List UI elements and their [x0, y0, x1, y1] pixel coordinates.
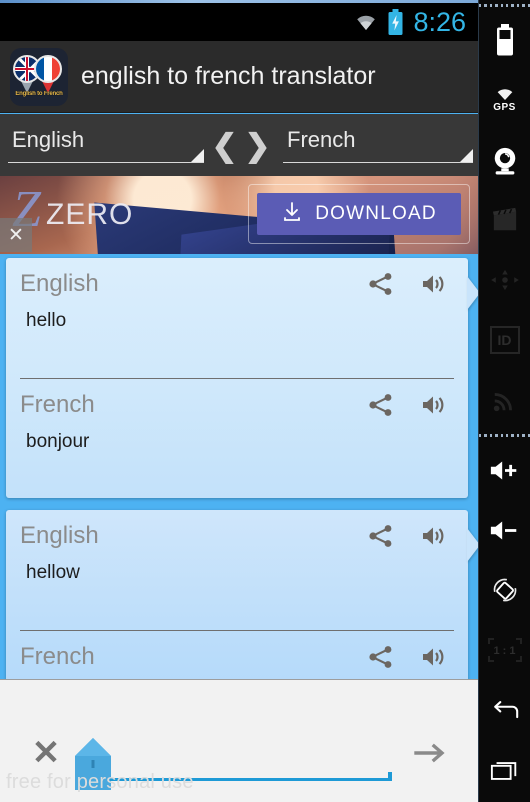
sidebar-item-id[interactable]: ID [479, 310, 530, 370]
card-source-section: English [6, 510, 468, 630]
card-source-header: English [20, 264, 454, 304]
ad-download-label: DOWNLOAD [315, 203, 437, 224]
id-icon: ID [489, 326, 520, 354]
card-target-section: French [20, 630, 454, 680]
card-ribbon-notch [467, 528, 478, 562]
speaker-icon[interactable] [420, 393, 446, 417]
dpad-icon [490, 269, 519, 291]
app-icon-english-to-french[interactable]: English to French [10, 47, 68, 106]
card-target-language: French [20, 391, 95, 418]
recents-icon [490, 761, 516, 780]
bottom-sheet: ✕ free for personal use [0, 679, 478, 802]
speaker-icon[interactable] [420, 272, 446, 296]
chevron-right-icon: ❯ [244, 127, 271, 163]
wifi-icon [354, 13, 378, 31]
translation-card[interactable]: English [6, 258, 478, 498]
sidebar-item-label: GPS [493, 102, 516, 113]
target-language-label: French [287, 127, 356, 152]
translation-list[interactable]: English hello French bonjour English hel… [0, 254, 478, 680]
france-flag-pin-icon [34, 54, 62, 83]
status-bar: 8:26 [0, 3, 478, 41]
app-icon-caption: English to French [15, 90, 63, 97]
source-language-label: English [12, 127, 85, 152]
card-target-header: French [20, 385, 454, 425]
share-icon[interactable] [368, 524, 394, 548]
arrow-right-icon[interactable] [414, 740, 448, 766]
webcam-icon [494, 147, 515, 175]
card-source-section: English [6, 258, 468, 378]
scale-one-to-one-icon: 1 : 1 [487, 638, 522, 662]
spinner-underline [283, 162, 473, 163]
sidebar-item-cast[interactable] [479, 370, 530, 430]
card-target-text: bonjour [26, 431, 90, 452]
card-target-language: French [20, 643, 95, 670]
sidebar-item-gps[interactable]: GPS [479, 70, 530, 130]
swap-languages-button[interactable]: ❮ ❯ [204, 130, 278, 161]
sidebar-item-back[interactable] [479, 680, 530, 740]
screen-root: 8:26 English to French english to french… [0, 0, 530, 802]
sidebar-item-dpad[interactable] [479, 250, 530, 310]
emulator-sidebar: GPS ID 1: 1 [478, 0, 530, 802]
sidebar-item-rotate[interactable] [479, 560, 530, 620]
battery-icon [496, 24, 513, 56]
card-target-section: French [20, 378, 454, 498]
card-source-header: English [20, 516, 454, 556]
spinner-underline [8, 162, 204, 163]
status-bar-clock: 8:26 [413, 6, 466, 37]
volume-down-icon [490, 521, 516, 539]
rotate-icon [493, 578, 516, 602]
share-icon[interactable] [368, 645, 394, 669]
gps-icon [497, 89, 512, 100]
ad-brand-name: ZERO [46, 198, 134, 231]
ad-download-button[interactable]: DOWNLOAD [257, 193, 461, 235]
sidebar-item-battery[interactable] [479, 10, 530, 70]
watermark-text: free for personal use [6, 771, 194, 793]
sidebar-item-volume-up[interactable] [479, 440, 530, 500]
chevron-down-icon [460, 149, 473, 162]
target-language-spinner[interactable]: French [283, 123, 473, 167]
speaker-icon[interactable] [420, 524, 446, 548]
card-target-header: French [20, 637, 454, 677]
translation-card[interactable]: English [6, 510, 478, 680]
card-source-language: English [20, 522, 99, 549]
card-source-text: hello [26, 310, 67, 331]
app-bar: English to French english to french tran… [0, 41, 478, 113]
card-ribbon-notch [467, 276, 478, 310]
source-language-spinner[interactable]: English [8, 123, 204, 167]
chevron-down-icon [191, 149, 204, 162]
clapperboard-icon [492, 207, 516, 231]
ad-banner[interactable]: Z ZERO DOWNLOAD ✕ [0, 176, 478, 254]
sidebar-divider [478, 430, 530, 440]
volume-up-icon [490, 461, 516, 479]
sidebar-item-label: 1 : 1 [493, 645, 516, 657]
share-icon[interactable] [368, 272, 394, 296]
sidebar-item-clapperboard[interactable] [479, 190, 530, 250]
language-selector-bar: English ❮ ❯ French [0, 114, 478, 176]
phone-screen: 8:26 English to French english to french… [0, 0, 478, 802]
ad-download-frame: DOWNLOAD [248, 184, 470, 244]
download-icon [281, 201, 303, 228]
page-title: english to french translator [81, 62, 376, 90]
cast-icon [493, 393, 512, 412]
ad-close-button[interactable]: ✕ [0, 218, 32, 252]
chevron-left-icon: ❮ [211, 127, 238, 163]
speaker-icon[interactable] [420, 645, 446, 669]
progress-bar-end-cap [388, 772, 392, 781]
card-source-language: English [20, 270, 99, 297]
share-icon[interactable] [368, 393, 394, 417]
battery-charging-icon [387, 9, 404, 35]
sidebar-divider [478, 0, 530, 10]
sidebar-item-webcam[interactable] [479, 130, 530, 190]
sidebar-item-recents[interactable] [479, 740, 530, 800]
close-icon[interactable]: ✕ [30, 736, 62, 770]
card-source-text: hellow [26, 562, 80, 583]
back-icon [493, 700, 518, 718]
sidebar-item-volume-down[interactable] [479, 500, 530, 560]
sidebar-item-scale-one-to-one[interactable]: 1 : 1 [479, 620, 530, 680]
